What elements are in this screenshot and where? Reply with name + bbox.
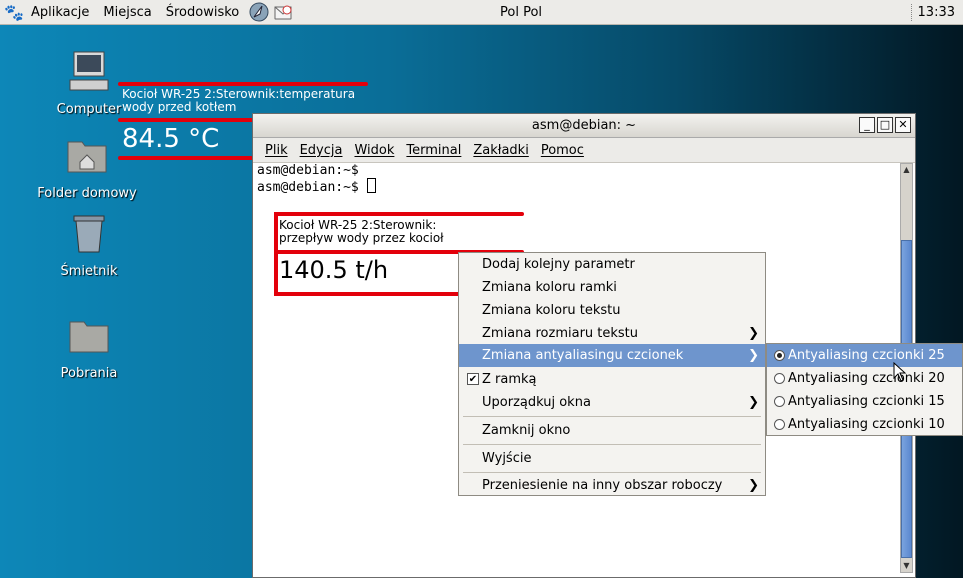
mouse-pointer-icon xyxy=(893,362,907,382)
gnome-foot-icon[interactable]: 🐾 xyxy=(4,2,24,22)
submenu-item-antialias-15[interactable]: Antyaliasing czcionki 15 xyxy=(767,390,962,413)
menu-item-label: Uporządkuj okna xyxy=(482,395,591,410)
menu-file[interactable]: Plik xyxy=(259,143,294,158)
radio-icon xyxy=(774,419,785,430)
menu-item-arrange-windows[interactable]: Uporządkuj okna ❯ xyxy=(459,391,765,414)
submenu-item-antialias-10[interactable]: Antyaliasing czcionki 10 xyxy=(767,413,962,436)
menu-applications[interactable]: Aplikacje xyxy=(24,5,96,20)
submenu-arrow-icon: ❯ xyxy=(748,348,759,363)
home-folder-icon xyxy=(67,141,107,173)
menu-separator xyxy=(463,472,761,473)
panel-center-label: Pol Pol xyxy=(500,5,543,20)
text-cursor xyxy=(366,178,376,193)
panel-separator xyxy=(911,4,913,21)
menu-separator xyxy=(463,416,761,417)
desktop-icon-trash[interactable]: Śmietnik xyxy=(34,210,144,279)
submenu-arrow-icon: ❯ xyxy=(748,395,759,410)
radio-icon xyxy=(774,373,785,384)
submenu-arrow-icon: ❯ xyxy=(748,326,759,341)
scroll-down-arrow-icon[interactable]: ▼ xyxy=(901,560,912,572)
minimize-button[interactable]: _ xyxy=(859,117,875,133)
widget-frame-left xyxy=(274,212,278,296)
desktop-icon-label: Folder domowy xyxy=(37,186,137,201)
menu-item-close-window[interactable]: Zamknij okno xyxy=(459,419,765,442)
menu-item-add-parameter[interactable]: Dodaj kolejny parametr xyxy=(459,253,765,276)
menu-item-text-size[interactable]: Zmiana rozmiaru tekstu ❯ xyxy=(459,322,765,345)
menu-bookmarks[interactable]: Zakładki xyxy=(467,143,534,158)
checkbox-checked-icon: ✔ xyxy=(467,373,479,385)
desktop-icon-label: Śmietnik xyxy=(60,264,118,279)
menu-view[interactable]: Widok xyxy=(348,143,400,158)
radio-icon xyxy=(774,396,785,407)
menu-separator xyxy=(463,444,761,445)
context-menu: Dodaj kolejny parametr Zmiana koloru ram… xyxy=(458,252,766,496)
menu-item-label: Zamknij okno xyxy=(482,423,571,438)
menu-item-text-color[interactable]: Zmiana koloru tekstu xyxy=(459,299,765,322)
widget-value: 140.5 t/h xyxy=(279,256,389,284)
menu-item-label: Zmiana koloru tekstu xyxy=(482,303,621,318)
menu-terminal[interactable]: Terminal xyxy=(400,143,467,158)
menu-edit[interactable]: Edycja xyxy=(294,143,349,158)
antialiasing-submenu: Antyaliasing czcionki 25 Antyaliasing cz… xyxy=(766,343,963,436)
window-titlebar[interactable]: asm@debian: ~ _ □ ✕ xyxy=(253,114,915,138)
radio-selected-icon xyxy=(774,350,785,361)
close-button[interactable]: ✕ xyxy=(895,117,911,133)
menu-help[interactable]: Pomoc xyxy=(535,143,590,158)
menu-item-exit[interactable]: Wyjście xyxy=(459,447,765,470)
submenu-item-label: Antyaliasing czcionki 20 xyxy=(788,371,945,386)
top-panel: 🐾 Aplikacje Miejsca Środowisko Pol Pol 1… xyxy=(0,0,963,25)
terminal-line: asm@debian:~$ xyxy=(257,180,367,195)
submenu-item-antialias-25[interactable]: Antyaliasing czcionki 25 xyxy=(767,344,962,367)
menu-item-label: Wyjście xyxy=(482,451,532,466)
trash-icon xyxy=(73,215,105,253)
menu-places[interactable]: Miejsca xyxy=(96,5,158,20)
clock[interactable]: 13:33 xyxy=(918,5,955,20)
menu-item-label: Z ramką xyxy=(482,372,537,387)
submenu-item-label: Antyaliasing czcionki 10 xyxy=(788,417,945,432)
menu-item-label: Zmiana rozmiaru tekstu xyxy=(482,326,639,341)
menu-item-antialiasing[interactable]: Zmiana antyaliasingu czcionek ❯ xyxy=(459,344,765,367)
widget-frame-bottom xyxy=(274,292,474,296)
web-browser-icon[interactable] xyxy=(248,1,270,23)
desktop-icon-downloads[interactable]: Pobrania xyxy=(34,312,144,381)
maximize-button[interactable]: □ xyxy=(877,117,893,133)
menu-item-label: Dodaj kolejny parametr xyxy=(482,257,635,272)
submenu-arrow-icon: ❯ xyxy=(748,478,759,493)
folder-icon xyxy=(69,321,109,353)
menu-system[interactable]: Środowisko xyxy=(159,5,247,20)
submenu-item-label: Antyaliasing czcionki 25 xyxy=(788,348,945,363)
menu-item-label: Zmiana koloru ramki xyxy=(482,280,617,295)
menu-item-move-workspace[interactable]: Przeniesienie na inny obszar roboczy ❯ xyxy=(459,474,765,497)
scroll-up-arrow-icon[interactable]: ▲ xyxy=(901,164,912,176)
menu-item-label: Zmiana antyaliasingu czcionek xyxy=(482,348,684,363)
widget-frame-bottom xyxy=(118,156,253,160)
terminal-line: asm@debian:~$ xyxy=(257,163,359,178)
computer-icon xyxy=(69,51,109,91)
desktop-icon-label: Pobrania xyxy=(60,366,118,381)
menu-item-with-frame[interactable]: ✔ Z ramką xyxy=(459,368,765,391)
widget-value: 84.5 °C xyxy=(122,124,220,154)
menu-item-label: Przeniesienie na inny obszar roboczy xyxy=(482,478,723,493)
submenu-item-antialias-20[interactable]: Antyaliasing czcionki 20 xyxy=(767,367,962,390)
terminal-menubar: Plik Edycja Widok Terminal Zakładki Pomo… xyxy=(253,138,915,163)
menu-item-frame-color[interactable]: Zmiana koloru ramki xyxy=(459,276,765,299)
submenu-item-label: Antyaliasing czcionki 15 xyxy=(788,394,945,409)
mail-client-icon[interactable] xyxy=(272,1,294,23)
widget-frame-top xyxy=(274,212,524,216)
widget-frame-top xyxy=(118,82,368,86)
widget-title-line: przepływ wody przez kocioł xyxy=(279,231,444,245)
window-title: asm@debian: ~ xyxy=(531,118,637,133)
